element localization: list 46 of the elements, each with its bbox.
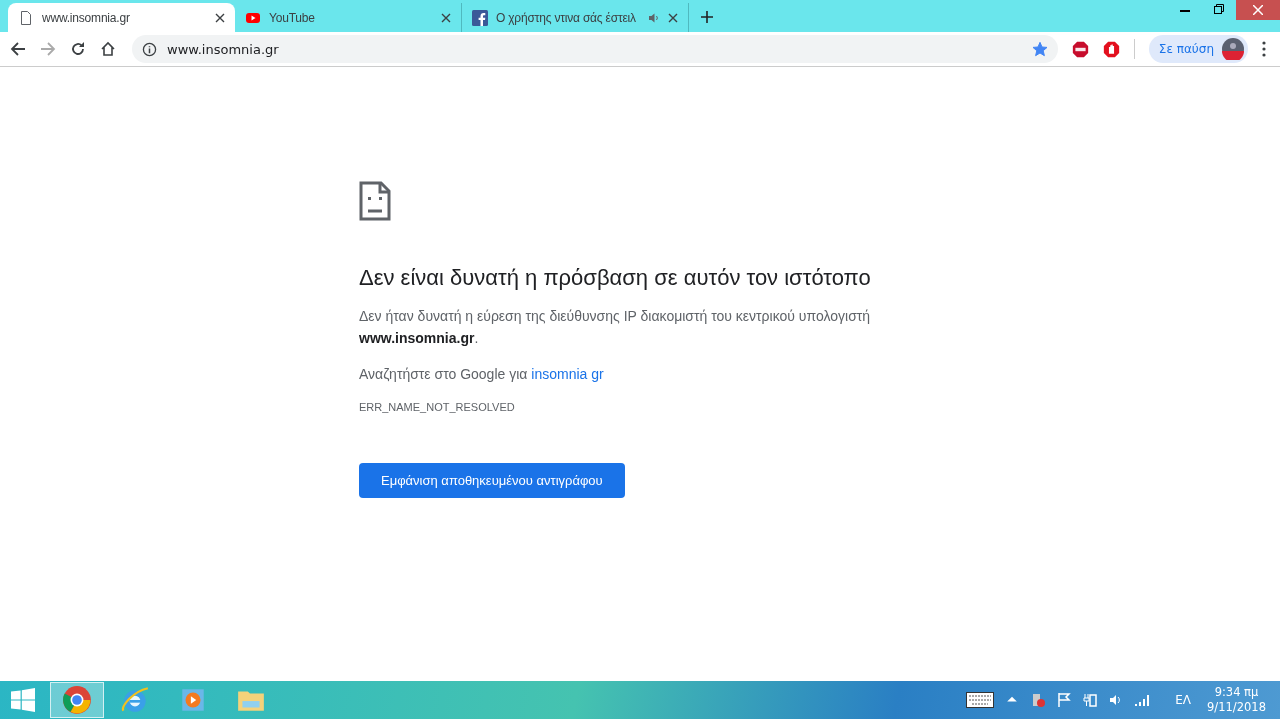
profile-button[interactable]: Σε παύση — [1148, 35, 1248, 63]
signal-bars-icon[interactable] — [1134, 692, 1151, 708]
battery-icon[interactable] — [1082, 692, 1099, 708]
avatar-icon — [1222, 38, 1244, 60]
error-message: Δεν ήταν δυνατή η εύρεση της διεύθυνσης IP διακομιστή του κεντρικού υπολογιστή www.insomnia.gr. — [359, 307, 872, 348]
star-icon[interactable] — [1031, 41, 1048, 57]
windows-logo-icon[interactable] — [9, 688, 37, 712]
close-icon[interactable] — [441, 12, 451, 23]
forward-icon[interactable] — [40, 41, 56, 57]
flag-icon[interactable] — [1056, 692, 1073, 708]
browser-tab[interactable]: YouTube — [235, 3, 462, 32]
close-window-button[interactable] — [1236, 0, 1280, 20]
address-text: www.insomnia.gr — [167, 41, 279, 57]
e-logo-icon — [120, 685, 150, 715]
tab-title: Ο χρήστης ντινα σάς έστειλ — [496, 10, 637, 25]
restore-icon[interactable] — [1214, 4, 1224, 14]
close-icon — [1253, 5, 1263, 15]
show-cached-copy-button[interactable]: Εμφάνιση αποθηκευμένου αντιγράφου — [359, 463, 625, 498]
browser-tab[interactable]: www.insomnia.gr — [8, 3, 235, 32]
f-logo-icon — [472, 9, 488, 26]
browser-tab[interactable]: Ο χρήστης ντινα σάς έστειλ — [462, 3, 689, 32]
close-icon[interactable] — [668, 12, 678, 23]
chrome-circle-icon — [62, 685, 92, 715]
home-icon[interactable] — [100, 41, 116, 57]
error-title: Δεν είναι δυνατή η πρόσβαση σε αυτόν τον ιστότοπο — [359, 265, 872, 291]
address-bar[interactable]: www.insomnia.gr — [132, 35, 1058, 63]
close-icon[interactable] — [215, 12, 225, 23]
keyboard-icon[interactable] — [966, 692, 995, 708]
abp-octagon-icon[interactable] — [1071, 40, 1089, 58]
menu-icon[interactable] — [1262, 41, 1266, 57]
search-suggestion: Αναζητήστε στο Google για — [359, 366, 528, 382]
clock-date: 9/11/2018 — [1207, 700, 1266, 715]
taskbar-app[interactable] — [50, 682, 104, 718]
device-error-icon[interactable] — [1030, 692, 1047, 708]
info-icon — [142, 41, 157, 57]
reload-icon[interactable] — [70, 41, 86, 57]
hand-icon[interactable] — [1102, 40, 1120, 58]
back-icon[interactable] — [10, 41, 26, 57]
clock-time: 9:34 πμ — [1214, 685, 1259, 700]
new-tab-icon[interactable] — [701, 11, 713, 23]
tab-title: YouTube — [269, 10, 316, 25]
search-link[interactable]: insomnia gr — [531, 366, 604, 382]
tab-title: www.insomnia.gr — [42, 10, 131, 25]
error-code: ERR_NAME_NOT_RESOLVED — [359, 401, 516, 413]
sad-page-icon — [359, 181, 391, 221]
page-icon — [18, 9, 34, 26]
